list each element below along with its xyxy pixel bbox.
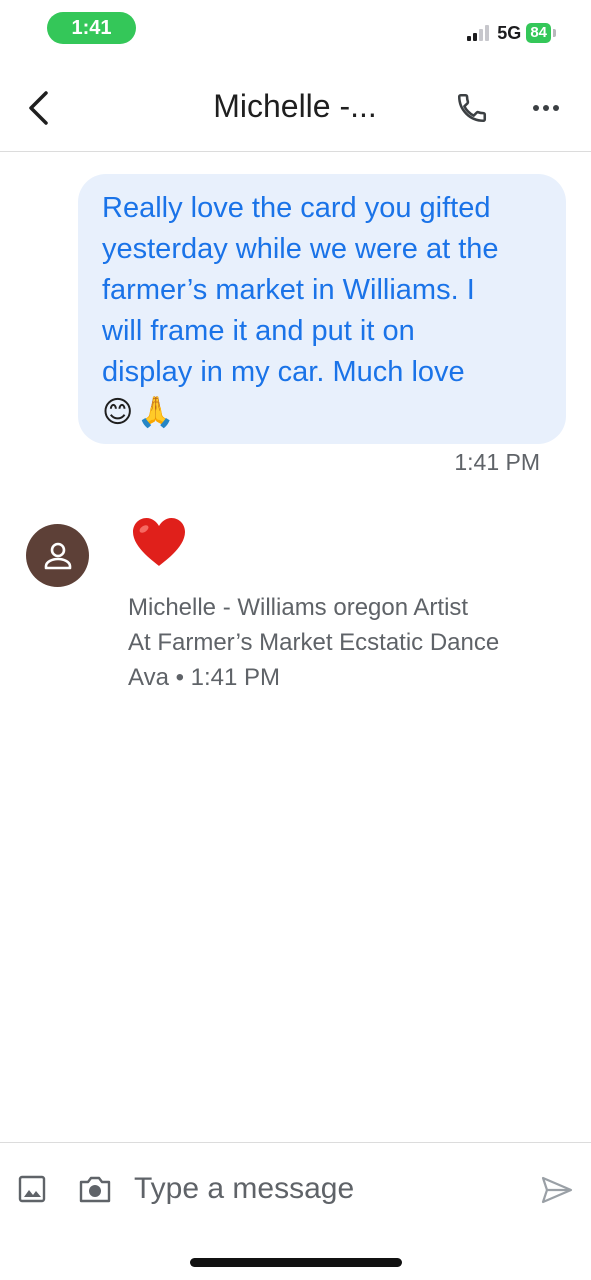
send-button[interactable] bbox=[536, 1169, 578, 1211]
avatar[interactable] bbox=[26, 524, 89, 587]
back-arrow-icon bbox=[29, 91, 48, 125]
sender-name-line: At Farmer’s Market Ecstatic Dance bbox=[128, 629, 500, 656]
more-horizontal-icon bbox=[533, 105, 559, 111]
sender-info: Michelle - Williams oregon Artist At Far… bbox=[128, 590, 568, 695]
home-indicator[interactable] bbox=[190, 1258, 402, 1267]
messages-screen: 1:41 5G 84 Michelle -... Really love the… bbox=[0, 0, 591, 1280]
message-line: yesterday while we were at the bbox=[102, 233, 499, 265]
network-type: 5G bbox=[497, 22, 522, 43]
message-line: will frame it and put it on bbox=[102, 315, 415, 347]
outgoing-message-time: 1:41 PM bbox=[454, 449, 540, 475]
conversation-header: Michelle -... bbox=[0, 70, 591, 152]
message-input[interactable] bbox=[134, 1167, 514, 1211]
smile-emoji: 😊 bbox=[102, 396, 134, 429]
pray-emoji: 🙏 bbox=[137, 396, 175, 429]
camera-icon bbox=[79, 1176, 111, 1203]
battery-level: 84 bbox=[530, 24, 547, 41]
outgoing-message-text: Really love the card you gifted yesterda… bbox=[102, 188, 544, 393]
send-icon bbox=[541, 1176, 573, 1204]
battery-icon: 84 bbox=[526, 23, 556, 43]
gallery-button[interactable] bbox=[12, 1169, 52, 1209]
more-options-button[interactable] bbox=[524, 86, 568, 130]
sender-name-line: Michelle - Williams oregon Artist bbox=[128, 594, 469, 621]
sender-time-line: Ava • 1:41 PM bbox=[128, 664, 281, 691]
emoji-row: 😊 🙏 bbox=[102, 393, 544, 433]
message-composer bbox=[0, 1142, 591, 1232]
message-line: display in my car. Much love bbox=[102, 356, 465, 388]
call-button[interactable] bbox=[450, 86, 494, 130]
image-icon bbox=[18, 1175, 46, 1203]
message-line: Really love the card you gifted bbox=[102, 192, 491, 224]
back-button[interactable] bbox=[16, 86, 60, 130]
status-time-pill: 1:41 bbox=[47, 12, 136, 44]
heart-reaction-icon[interactable] bbox=[130, 512, 188, 572]
signal-icon bbox=[467, 25, 490, 41]
camera-button[interactable] bbox=[74, 1169, 116, 1209]
phone-icon bbox=[457, 93, 487, 123]
conversation-title[interactable]: Michelle -... bbox=[150, 88, 440, 125]
status-time: 1:41 bbox=[71, 16, 112, 39]
outgoing-message-bubble[interactable]: Really love the card you gifted yesterda… bbox=[78, 174, 566, 444]
person-icon bbox=[44, 542, 71, 569]
message-line: farmer’s market in Williams. I bbox=[102, 274, 475, 306]
status-right: 5G 84 bbox=[467, 22, 556, 44]
